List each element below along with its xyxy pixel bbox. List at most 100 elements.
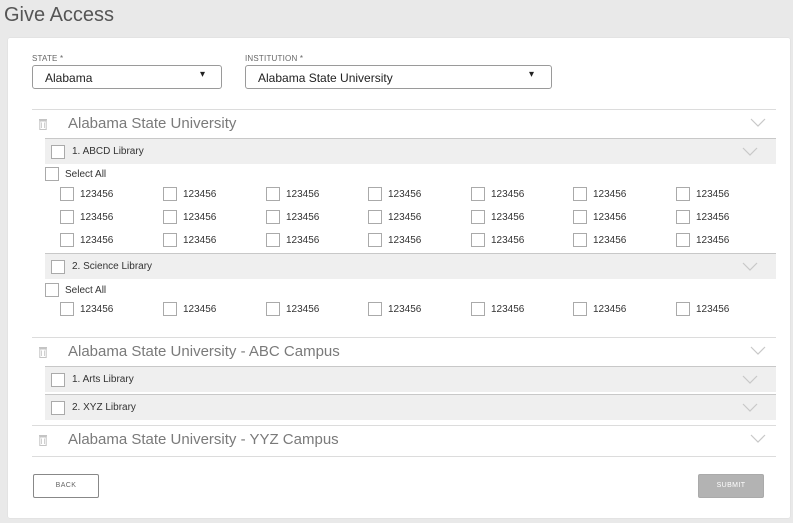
access-card: STATE * Alabama ▾ INSTITUTION * Alabama … <box>8 38 790 518</box>
trash-icon[interactable] <box>38 346 48 358</box>
item-checkbox[interactable] <box>471 233 485 247</box>
select-all[interactable]: Select All <box>45 283 145 299</box>
item-checkbox[interactable] <box>163 210 177 224</box>
item-checkbox[interactable] <box>471 210 485 224</box>
library-item[interactable]: 123456 <box>60 233 150 249</box>
institution-section-row[interactable]: Alabama State University - YYZ Campus <box>32 425 776 453</box>
library-item[interactable]: 123456 <box>573 233 663 249</box>
item-label: 123456 <box>80 189 114 200</box>
item-checkbox[interactable] <box>573 210 587 224</box>
library-row[interactable]: 1. ABCD Library <box>45 138 776 164</box>
submit-button[interactable]: SUBMIT <box>698 474 764 498</box>
library-item[interactable]: 123456 <box>163 302 253 318</box>
library-item[interactable]: 123456 <box>368 187 458 203</box>
library-item[interactable]: 123456 <box>471 302 561 318</box>
caret-down-icon: ▾ <box>200 69 206 80</box>
library-item[interactable]: 123456 <box>676 302 766 318</box>
item-checkbox[interactable] <box>573 302 587 316</box>
divider <box>32 456 776 457</box>
library-item[interactable]: 123456 <box>676 210 766 226</box>
item-checkbox[interactable] <box>266 302 280 316</box>
item-label: 123456 <box>491 304 525 315</box>
item-checkbox[interactable] <box>266 233 280 247</box>
chevron-down-icon[interactable] <box>742 375 758 385</box>
library-checkbox[interactable] <box>51 373 65 387</box>
item-checkbox[interactable] <box>60 302 74 316</box>
library-item[interactable]: 123456 <box>266 187 356 203</box>
chevron-down-icon[interactable] <box>742 403 758 413</box>
item-label: 123456 <box>80 212 114 223</box>
item-checkbox[interactable] <box>60 210 74 224</box>
item-checkbox[interactable] <box>676 233 690 247</box>
item-checkbox[interactable] <box>368 233 382 247</box>
item-checkbox[interactable] <box>676 302 690 316</box>
back-button[interactable]: BACK <box>33 474 99 498</box>
item-checkbox[interactable] <box>573 187 587 201</box>
library-checkbox[interactable] <box>51 260 65 274</box>
item-label: 123456 <box>696 235 730 246</box>
library-item[interactable]: 123456 <box>266 302 356 318</box>
institution-select[interactable]: Alabama State University ▾ <box>245 65 552 89</box>
item-label: 123456 <box>593 212 627 223</box>
select-all-checkbox[interactable] <box>45 283 59 297</box>
library-item[interactable]: 123456 <box>60 302 150 318</box>
select-all-checkbox[interactable] <box>45 167 59 181</box>
item-checkbox[interactable] <box>368 302 382 316</box>
item-checkbox[interactable] <box>471 187 485 201</box>
library-item[interactable]: 123456 <box>676 233 766 249</box>
state-select[interactable]: Alabama ▾ <box>32 65 222 89</box>
item-checkbox[interactable] <box>368 187 382 201</box>
library-item[interactable]: 123456 <box>573 187 663 203</box>
trash-icon[interactable] <box>38 118 48 130</box>
chevron-down-icon[interactable] <box>750 346 766 356</box>
item-checkbox[interactable] <box>163 302 177 316</box>
select-all[interactable]: Select All <box>45 167 145 183</box>
state-value: Alabama <box>45 71 93 85</box>
library-item[interactable]: 123456 <box>266 233 356 249</box>
library-item[interactable]: 123456 <box>60 187 150 203</box>
institution-section-row[interactable]: Alabama State University <box>32 109 776 137</box>
library-item[interactable]: 123456 <box>471 210 561 226</box>
library-item[interactable]: 123456 <box>471 233 561 249</box>
item-checkbox[interactable] <box>573 233 587 247</box>
library-checkbox[interactable] <box>51 401 65 415</box>
item-checkbox[interactable] <box>471 302 485 316</box>
library-item[interactable]: 123456 <box>676 187 766 203</box>
library-row[interactable]: 2. Science Library <box>45 253 776 279</box>
item-checkbox[interactable] <box>676 210 690 224</box>
library-item[interactable]: 123456 <box>368 302 458 318</box>
item-checkbox[interactable] <box>60 187 74 201</box>
library-item[interactable]: 123456 <box>573 302 663 318</box>
trash-icon[interactable] <box>38 434 48 446</box>
item-checkbox[interactable] <box>60 233 74 247</box>
page-title: Give Access <box>4 4 115 26</box>
item-checkbox[interactable] <box>266 210 280 224</box>
chevron-down-icon[interactable] <box>750 434 766 444</box>
chevron-down-icon[interactable] <box>742 147 758 157</box>
item-checkbox[interactable] <box>368 210 382 224</box>
library-item[interactable]: 123456 <box>60 210 150 226</box>
library-row[interactable]: 2. XYZ Library <box>45 394 776 420</box>
item-label: 123456 <box>286 235 320 246</box>
library-item[interactable]: 123456 <box>368 233 458 249</box>
library-item[interactable]: 123456 <box>163 210 253 226</box>
library-item[interactable]: 123456 <box>163 233 253 249</box>
item-checkbox[interactable] <box>266 187 280 201</box>
library-item[interactable]: 123456 <box>266 210 356 226</box>
select-all-label: Select All <box>65 169 107 180</box>
item-checkbox[interactable] <box>163 233 177 247</box>
library-item[interactable]: 123456 <box>471 187 561 203</box>
library-row[interactable]: 1. Arts Library <box>45 366 776 392</box>
item-checkbox[interactable] <box>676 187 690 201</box>
item-label: 123456 <box>388 235 422 246</box>
item-checkbox[interactable] <box>163 187 177 201</box>
library-item[interactable]: 123456 <box>368 210 458 226</box>
item-label: 123456 <box>183 189 217 200</box>
chevron-down-icon[interactable] <box>750 118 766 128</box>
section-title: Alabama State University - ABC Campus <box>68 343 340 360</box>
library-item[interactable]: 123456 <box>163 187 253 203</box>
library-item[interactable]: 123456 <box>573 210 663 226</box>
chevron-down-icon[interactable] <box>742 262 758 272</box>
institution-section-row[interactable]: Alabama State University - ABC Campus <box>32 337 776 365</box>
library-checkbox[interactable] <box>51 145 65 159</box>
